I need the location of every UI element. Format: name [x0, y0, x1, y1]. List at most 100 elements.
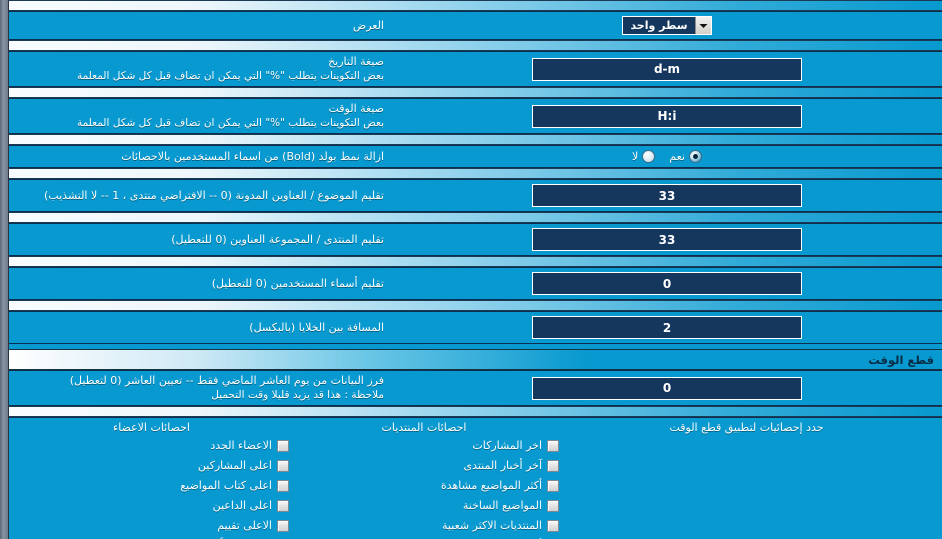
cutoff-input[interactable] — [532, 376, 802, 400]
date-format-cell — [392, 54, 942, 85]
trim-forum-label: تقليم المنتدى / المجموعة العناوين (0 للت… — [9, 230, 392, 250]
cellspacing-label: المسافة بين الخلايا (بالبكسل) — [9, 318, 392, 338]
display-label-text: العرض — [352, 18, 384, 32]
separator-bar-5 — [9, 212, 942, 223]
cutoff-cell — [392, 373, 942, 404]
checkbox-icon[interactable] — [547, 439, 559, 452]
list-item[interactable]: اعلى الداعين — [213, 496, 289, 515]
list-item[interactable]: آخر أخبار المنتدى — [463, 456, 559, 475]
display-select[interactable]: سطر واحد — [622, 16, 712, 35]
row-trim-username: تقليم أسماء المستخدمين (0 للتعطيل) — [9, 267, 942, 300]
checkbox-icon[interactable] — [547, 459, 559, 472]
remove-bold-radio-group[interactable]: نعم لا — [632, 150, 702, 163]
radio-no[interactable]: لا — [632, 150, 656, 163]
checkbox-icon[interactable] — [547, 479, 559, 492]
checkbox-col-empty — [559, 436, 942, 539]
trim-username-input[interactable] — [532, 272, 802, 295]
checkbox-icon[interactable] — [547, 499, 559, 512]
checkbox-header-forums: احصائات المنتديات — [381, 421, 467, 434]
separator-bar-8 — [9, 406, 942, 417]
row-display: سطر واحد العرض — [9, 11, 942, 40]
list-item[interactable]: أكثر المواضيع مشاهدة — [441, 476, 559, 495]
checkbox-col-forums: اخر المشاركات آخر أخبار المنتدى أكثر الم… — [289, 436, 559, 539]
remove-bold-title: ازالة نمط بولد (Bold) من اسماء المستخدمي… — [121, 149, 384, 163]
cellspacing-title: المسافة بين الخلايا (بالبكسل) — [249, 320, 384, 334]
radio-yes[interactable]: نعم — [669, 150, 702, 163]
trim-topic-cell — [392, 180, 942, 211]
date-format-input[interactable] — [532, 57, 802, 81]
trim-username-cell — [392, 268, 942, 299]
checkbox-icon[interactable] — [277, 519, 289, 532]
section-header-cutoff-title: قطع الوقت — [868, 352, 934, 367]
row-trim-topic: تقليم الموضوع / العناوين المدونة (0 -- ا… — [9, 179, 942, 212]
checkbox-icon[interactable] — [277, 459, 289, 472]
separator-bar-4 — [9, 168, 942, 179]
checkbox-icon[interactable] — [547, 519, 559, 532]
radio-yes-label: نعم — [669, 150, 685, 163]
date-format-hint: بعض التكوينات يتطلب "%" التي يمكن ان تضا… — [76, 70, 384, 82]
row-cutoff: فرز البيانات من يوم العاشر الماضي فقط --… — [9, 370, 942, 406]
left-gutter-strip — [0, 0, 9, 539]
row-trim-forum: تقليم المنتدى / المجموعة العناوين (0 للت… — [9, 223, 942, 256]
time-format-hint: بعض التكوينات يتطلب "%" التي يمكن ان تضا… — [76, 117, 384, 129]
checkbox-label: أكثر المواضيع مشاهدة — [440, 479, 542, 492]
separator-bar-2 — [9, 87, 942, 98]
trim-topic-label: تقليم الموضوع / العناوين المدونة (0 -- ا… — [9, 186, 392, 206]
trim-forum-cell — [392, 224, 942, 255]
list-item[interactable]: الاعضاء الجدد — [210, 436, 289, 455]
trim-username-label: تقليم أسماء المستخدمين (0 للتعطيل) — [9, 274, 392, 294]
cellspacing-cell — [392, 312, 942, 343]
row-date-format: صيغة التاريخ بعض التكوينات يتطلب "%" الت… — [9, 51, 942, 87]
trim-forum-input[interactable] — [532, 228, 802, 251]
remove-bold-cell: نعم لا — [392, 146, 942, 167]
time-format-label: صيغة الوقت بعض التكوينات يتطلب "%" التي … — [9, 99, 392, 133]
row-time-format: صيغة الوقت بعض التكوينات يتطلب "%" التي … — [9, 98, 942, 134]
list-item[interactable]: المواضيع الساخنة — [463, 496, 559, 515]
separator-bar-3 — [9, 134, 942, 145]
settings-page: سطر واحد العرض صيغة التاريخ بعض التكوينا… — [0, 0, 942, 539]
radio-yes-dot[interactable] — [689, 150, 702, 163]
chevron-down-icon[interactable] — [694, 17, 711, 34]
date-format-label: صيغة التاريخ بعض التكوينات يتطلب "%" الت… — [9, 52, 392, 86]
checkbox-label: الاعضاء الجدد — [210, 439, 272, 452]
list-item[interactable]: اعلى المشاركين — [198, 456, 289, 475]
list-item[interactable]: اخر المشاركات — [472, 436, 559, 455]
list-item[interactable]: اعلى كتاب المواضيع — [180, 476, 289, 495]
date-format-title: صيغة التاريخ — [328, 55, 384, 68]
row-remove-bold: نعم لا ازالة نمط بولد (Bold) من اسماء ال… — [9, 145, 942, 168]
time-format-input[interactable] — [532, 104, 802, 128]
trim-forum-title: تقليم المنتدى / المجموعة العناوين (0 للت… — [171, 232, 384, 246]
checkbox-label: اعلى كتاب المواضيع — [180, 479, 272, 492]
checkbox-col-members: الاعضاء الجدد اعلى المشاركين اعلى كتاب ا… — [14, 436, 289, 539]
list-item[interactable]: المنتديات الاكثر شعبية — [442, 516, 559, 535]
checkbox-icon[interactable] — [277, 499, 289, 512]
checkbox-label: اخر المشاركات — [472, 439, 542, 452]
section-header-cutoff: قطع الوقت — [9, 349, 942, 370]
cutoff-title: فرز البيانات من يوم العاشر الماضي فقط --… — [69, 374, 384, 387]
display-label: العرض — [9, 16, 392, 36]
separator-bar-top — [9, 0, 942, 11]
checkbox-columns: اخر المشاركات آخر أخبار المنتدى أكثر الم… — [9, 436, 942, 539]
separator-bar-1 — [9, 40, 942, 51]
checkbox-header-members: احصائات الاعضاء — [113, 421, 190, 434]
display-select-cell: سطر واحد — [392, 12, 942, 39]
checkbox-section-header: حدد إحصائيات لتطبيق قطع الوقت احصائات ال… — [9, 417, 942, 436]
list-item[interactable]: الاعلى تقييم — [217, 516, 289, 535]
checkbox-header-right: حدد إحصائيات لتطبيق قطع الوقت — [669, 421, 824, 434]
checkbox-icon[interactable] — [277, 439, 289, 452]
cutoff-hint: ملاحظة : هذا قد يزيد قليلا وقت التحميل — [211, 389, 384, 401]
radio-no-label: لا — [632, 150, 639, 163]
checkbox-label: اعلى الداعين — [212, 499, 272, 512]
trim-username-title: تقليم أسماء المستخدمين (0 للتعطيل) — [211, 276, 384, 290]
cellspacing-input[interactable] — [532, 316, 802, 339]
checkbox-label: آخر أخبار المنتدى — [463, 459, 542, 472]
checkbox-label: المواضيع الساخنة — [462, 499, 542, 512]
separator-bar-7 — [9, 300, 942, 311]
checkbox-icon[interactable] — [277, 479, 289, 492]
trim-topic-input[interactable] — [532, 184, 802, 207]
settings-frame: سطر واحد العرض صيغة التاريخ بعض التكوينا… — [9, 0, 942, 539]
cutoff-label: فرز البيانات من يوم العاشر الماضي فقط --… — [9, 371, 392, 405]
time-format-cell — [392, 101, 942, 132]
radio-no-dot[interactable] — [642, 150, 656, 163]
separator-bar-6 — [9, 256, 942, 267]
